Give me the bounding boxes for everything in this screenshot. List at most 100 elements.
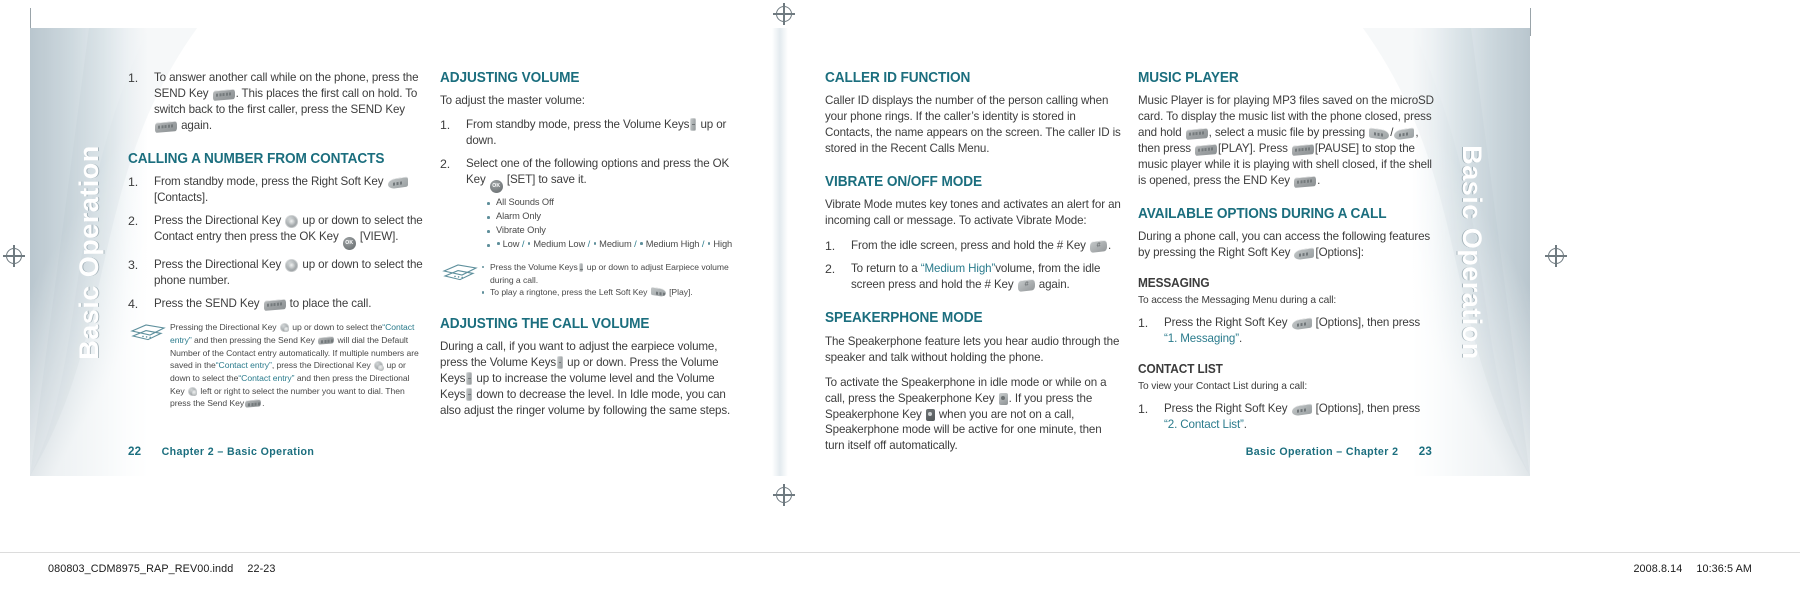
note-quote-3: “Contact entry” xyxy=(238,372,295,383)
vibrate-mode-body: Vibrate Mode mutes key tones and activat… xyxy=(825,198,1121,228)
heading-available-options-during-a-call: AVAILABLE OPTIONS DURING A CALL xyxy=(1138,206,1387,223)
send-key-icon xyxy=(263,299,286,312)
note-text-3: and then pressing the Send Key xyxy=(194,334,315,345)
step-text-2: to place the call. xyxy=(289,297,372,311)
step-text-3: . xyxy=(1239,332,1243,346)
step-text-2: . xyxy=(1107,239,1112,253)
level-medium-high: Medium High xyxy=(645,238,700,249)
hash-key-icon xyxy=(1017,279,1035,293)
speakerphone-body-1: The Speakerphone feature lets you hear a… xyxy=(825,334,1120,364)
step-text-1: From the idle screen, press and hold the… xyxy=(851,239,1086,253)
directional-key-icon xyxy=(285,259,299,273)
heading-vibrate-on-off-mode: VIBRATE ON/OFF MODE xyxy=(825,174,982,191)
directional-key-icon xyxy=(285,215,299,229)
volume-options-list: All Sounds Off Alarm Only Vibrate Only L… xyxy=(466,196,738,252)
carryover-step-list: To answer another call while on the phon… xyxy=(128,70,426,134)
step-item: Press the Directional Key up or down to … xyxy=(128,257,426,289)
step-text-1: Select one of the following options and … xyxy=(466,157,730,187)
step-quote: “2. Contact List” xyxy=(1164,418,1244,432)
messaging-step-list: Press the Right Soft Key [Options], then… xyxy=(1138,315,1436,347)
step-item: Press the Right Soft Key [Options], then… xyxy=(1138,401,1436,433)
step-item: Press the Directional Key up or down to … xyxy=(128,213,426,251)
footer-text-right: Basic Operation – Chapter 2 xyxy=(1245,446,1399,458)
contact-list-step-list: Press the Right Soft Key [Options], then… xyxy=(1138,401,1436,433)
note-cards-icon xyxy=(130,324,166,341)
end-key-icon xyxy=(1294,176,1317,189)
step-text-1: Press the SEND Key xyxy=(154,297,260,311)
note-text-9: . xyxy=(262,398,265,409)
note-text-2a: To play a ringtone, press the Left Soft … xyxy=(490,287,648,298)
column-3: CALLER ID FUNCTION Caller ID displays th… xyxy=(825,70,1123,463)
registration-mark-right xyxy=(1545,245,1567,267)
note-list-item: Press the Volume Keys up or down to adju… xyxy=(482,261,738,286)
registration-mark-top xyxy=(773,3,795,25)
column-2: ADJUSTING VOLUME To adjust the master vo… xyxy=(440,70,738,428)
music-text-c: / xyxy=(1390,126,1394,140)
note-list-item: To play a ringtone, press the Left Soft … xyxy=(482,286,738,299)
directional-key-icon xyxy=(188,386,198,397)
slug-page-range: 22-23 xyxy=(247,563,276,575)
right-soft-key-icon xyxy=(1294,247,1315,261)
ok-key-icon xyxy=(1291,144,1314,157)
level-high: High xyxy=(713,238,733,249)
hash-key-icon xyxy=(1089,240,1107,254)
note-cards-icon xyxy=(442,264,478,281)
slug-left: 080803_CDM8975_RAP_REV00.indd 22-23 xyxy=(48,563,276,575)
note-text-2: up or down to select the xyxy=(292,322,383,333)
registration-mark-bottom xyxy=(773,484,795,506)
right-soft-key-icon xyxy=(387,176,408,190)
send-key-icon xyxy=(1185,128,1208,141)
options-text-b: [Options]: xyxy=(1315,246,1364,260)
step-text-1: Press the Right Soft Key xyxy=(1164,316,1288,330)
music-text-e: [PLAY]. Press xyxy=(1218,142,1288,156)
heading-caller-id-function: CALLER ID FUNCTION xyxy=(825,70,971,86)
ok-key-icon: OK xyxy=(489,180,503,194)
heading-music-player: MUSIC PLAYER xyxy=(1138,70,1239,86)
step-text-2: [SET] to save it. xyxy=(506,173,587,187)
speakerphone-body-2: To activate the Speakerphone in idle mod… xyxy=(825,375,1123,455)
volume-key-icon xyxy=(690,118,697,132)
subheading-messaging: MESSAGING xyxy=(1138,276,1210,291)
manual-page-spread: Basic Operation Basic Operation To answe… xyxy=(30,28,1530,476)
step-item: From the idle screen, press and hold the… xyxy=(825,238,1123,255)
options-text-a: During a phone call, you can access the … xyxy=(1138,230,1431,260)
note-text-2b: [Play]. xyxy=(669,287,693,298)
volume-key-icon xyxy=(578,262,584,272)
right-soft-key-icon xyxy=(1291,404,1312,417)
note-callout: Pressing the Directional Key up or down … xyxy=(128,321,426,410)
contact-list-lead: To view your Contact List during a call: xyxy=(1138,381,1308,393)
option-levels-item: Low / Medium Low / Medium / Medium High … xyxy=(487,238,738,252)
footer-left: 22 Chapter 2 – Basic Operation xyxy=(128,445,314,458)
send-key-icon xyxy=(318,336,335,345)
call-volume-text-d: down to decrease the level. In Idle mode… xyxy=(440,388,731,418)
step-text-1: From standby mode, press the Right Soft … xyxy=(154,175,384,189)
slug-right: 2008.8.14 10:36:5 AM xyxy=(1633,563,1752,575)
heading-speakerphone-mode: SPEAKERPHONE MODE xyxy=(825,310,983,327)
step-text-1: Press the Directional Key xyxy=(154,258,282,272)
step-item: Press the Right Soft Key [Options], then… xyxy=(1138,315,1436,347)
note-text-5: , press the Directional Key xyxy=(271,360,371,371)
page-number-right: 23 xyxy=(1418,445,1432,458)
step-quote: “1. Messaging” xyxy=(1164,332,1239,346)
music-text-b: , select a music file by pressing xyxy=(1208,126,1366,140)
available-options-body: During a phone call, you can access the … xyxy=(1138,229,1436,261)
step-item: From standby mode, press the Right Soft … xyxy=(128,174,426,206)
option-item: Vibrate Only xyxy=(487,224,738,238)
step-quote: “Medium High” xyxy=(920,262,996,276)
step-text-2: [Options], then press xyxy=(1315,402,1421,416)
step-item: Press the SEND Key to place the call. xyxy=(128,296,426,313)
step-text-1: From standby mode, press the Volume Keys xyxy=(466,118,690,132)
step-text-2: [Contacts]. xyxy=(154,191,209,205)
step-item: Select one of the following options and … xyxy=(440,156,738,252)
note-text: Press the Volume Keys up or down to adju… xyxy=(482,261,738,299)
vibrate-step-list: From the idle screen, press and hold the… xyxy=(825,238,1123,293)
note-callout: Press the Volume Keys up or down to adju… xyxy=(440,261,738,299)
step-text-3: again. xyxy=(1038,278,1070,292)
speakerphone-key-icon xyxy=(998,392,1008,405)
adjusting-call-volume-body: During a call, if you want to adjust the… xyxy=(440,339,738,419)
slug-filename: 080803_CDM8975_RAP_REV00.indd xyxy=(48,563,234,575)
ok-key-icon: OK xyxy=(342,237,356,251)
directional-key-icon xyxy=(279,323,290,333)
level-medium: Medium xyxy=(599,238,632,249)
step-text-1: Press the Directional Key xyxy=(154,214,282,228)
